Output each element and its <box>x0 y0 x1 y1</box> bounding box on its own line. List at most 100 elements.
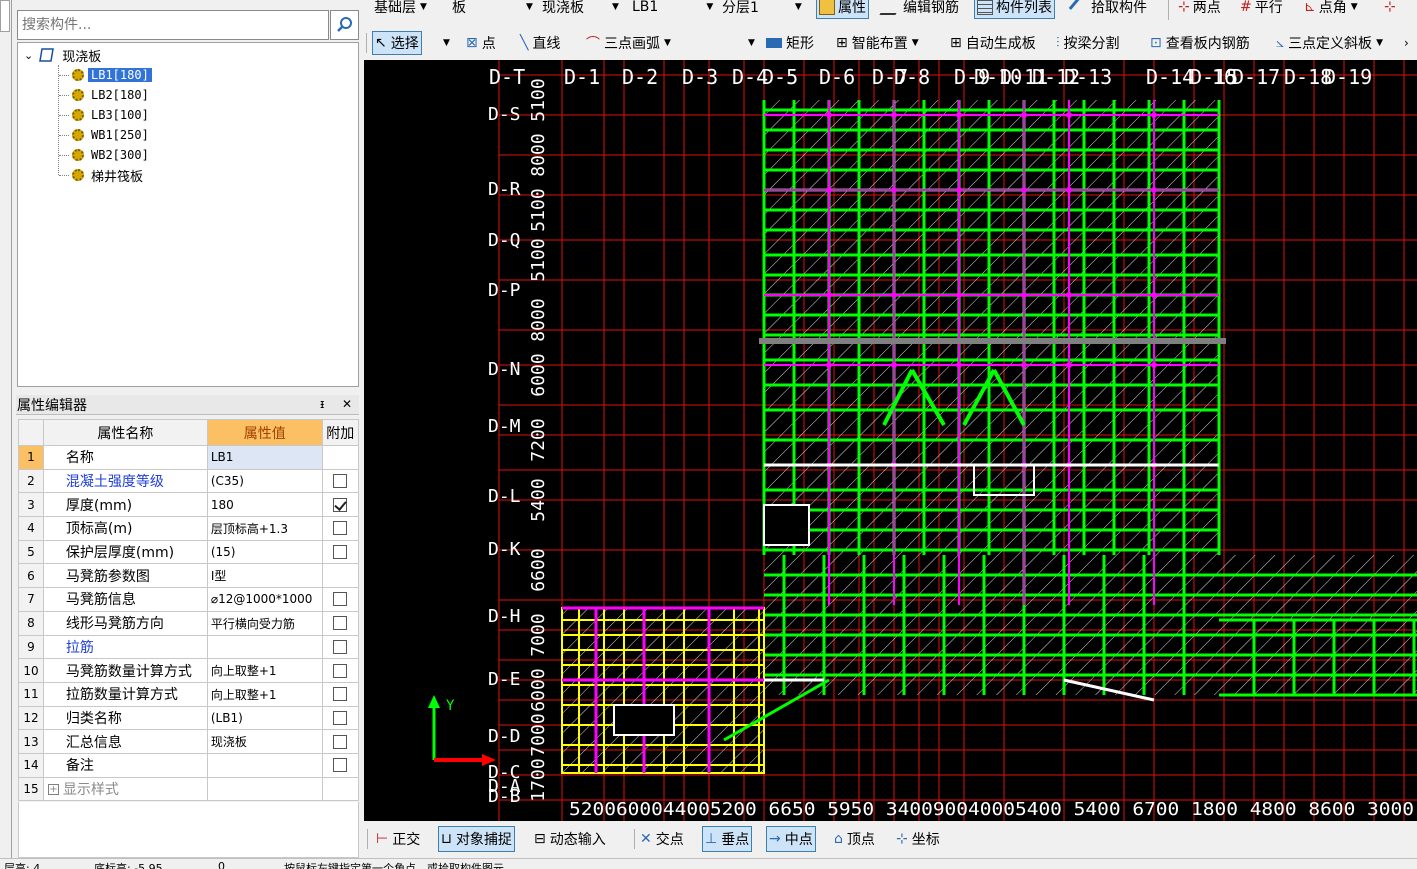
perpendicular-button[interactable]: ⊥ 垂点 <box>702 826 753 852</box>
smart-layout-button[interactable]: ⊞ 智能布置 ▼ <box>836 31 919 55</box>
cad-drawing[interactable]: D-T D-1 D-2 D-3 D-4D-5 D-6 D-7D-8 D-9D-10D-11D-… <box>364 60 1417 821</box>
property-value[interactable]: 现浇板 <box>206 729 323 754</box>
property-value[interactable]: 层顶标高+1.3 <box>206 516 323 541</box>
floor-select[interactable]: 基础层 ▼ <box>374 0 427 19</box>
property-row[interactable]: 3 厚度(mm) 180 <box>18 492 360 518</box>
property-row[interactable]: 14 备注 <box>18 752 360 778</box>
three-point-slope-button[interactable]: ⦣ 三点定义斜板 ▼ <box>1276 31 1383 55</box>
point-button[interactable]: ⊠ 点 <box>466 31 496 55</box>
auto-gen-slab-button[interactable]: ⊞ 自动生成板 <box>950 31 1036 55</box>
beam-node <box>891 187 897 193</box>
tree-item-wb2[interactable]: WB2[300] <box>72 146 152 164</box>
property-value[interactable]: 向上取整+1 <box>206 681 323 707</box>
close-icon[interactable]: ✕ <box>342 397 352 411</box>
extra-checkbox[interactable] <box>333 687 348 702</box>
dynamic-input-button[interactable]: ⊟ 动态输入 <box>534 826 606 852</box>
extra-checkbox[interactable] <box>333 758 348 773</box>
extra-checkbox[interactable] <box>333 710 348 725</box>
extra-checkbox[interactable] <box>333 639 348 654</box>
extra-checkbox[interactable] <box>333 616 348 631</box>
extra-checkbox[interactable] <box>333 521 348 536</box>
expand-icon[interactable]: + <box>47 784 59 796</box>
tree-item-stair-raft[interactable]: 梯井筏板 <box>72 166 146 185</box>
extra-checkbox[interactable] <box>333 474 348 489</box>
property-value[interactable] <box>206 634 323 660</box>
property-row[interactable]: 15 + 显示样式 <box>18 776 360 802</box>
object-snap-button[interactable]: ⊔ 对象捕捉 <box>438 826 515 852</box>
midpoint-button[interactable]: → 中点 <box>766 826 816 852</box>
property-value[interactable] <box>206 776 323 802</box>
tree-item-wb1[interactable]: WB1[250] <box>72 126 152 144</box>
extra-checkbox[interactable] <box>333 497 348 512</box>
property-row[interactable]: 10 马凳筋数量计算方式 向上取整+1 <box>18 658 360 683</box>
property-row[interactable]: 8 线形马凳筋方向 平行横向受力筋 <box>18 610 360 636</box>
shape-dropdown[interactable]: ▼ <box>744 31 755 55</box>
property-row[interactable]: 11 拉筋数量计算方式 向上取整+1 <box>18 681 360 707</box>
status-bar: 层高: 4 底标高: -5.95 0 按鼠标左键指定第一个角点，或拾取构件图元 <box>0 858 1417 869</box>
category-select[interactable]: 板 ▼ <box>452 0 533 19</box>
collapse-icon[interactable]: ⌄ <box>24 49 33 62</box>
two-point-button[interactable]: ⊹ 两点 <box>1178 0 1221 19</box>
property-value[interactable]: LB1 <box>206 445 323 470</box>
property-button[interactable]: 属性 <box>816 0 869 19</box>
intersection-button[interactable]: ✕ 交点 <box>640 826 684 852</box>
more-draw-tools[interactable]: › <box>1404 31 1409 55</box>
beam-node <box>1151 187 1157 193</box>
property-value[interactable]: 向上取整+1 <box>206 658 323 683</box>
property-extra <box>321 752 360 778</box>
dropdown-arrow-icon: ▼ <box>794 2 802 12</box>
extra-checkbox[interactable] <box>333 545 348 560</box>
edit-rebar-button[interactable]: 编辑钢筋 <box>879 0 959 19</box>
extra-checkbox[interactable] <box>333 734 348 749</box>
drawing-canvas[interactable]: D-T D-1 D-2 D-3 D-4 D-5 D-6 D-7 D-8 D-9 D-10 D-11 D-… <box>364 60 1417 821</box>
property-value[interactable]: (LB1) <box>206 705 323 731</box>
property-value[interactable]: 180 <box>206 492 323 518</box>
pin-icon[interactable]: ᵻ <box>320 397 324 411</box>
property-value[interactable]: 平行横向受力筋 <box>206 610 323 636</box>
property-row[interactable]: 9 拉筋 <box>18 634 360 660</box>
three-point-arc-button[interactable]: ⌒ 三点画弧 ▼ <box>586 31 671 55</box>
property-row[interactable]: 6 马凳筋参数图 I型 <box>18 563 360 589</box>
property-row[interactable]: 5 保护层厚度(mm) (15) <box>18 539 360 565</box>
vertex-button[interactable]: ⌂ 顶点 <box>834 826 875 852</box>
property-row[interactable]: 7 马凳筋信息 ⌀12@1000*1000 <box>18 587 360 612</box>
tree-root-row[interactable]: ⌄ 现浇板 <box>24 46 104 65</box>
property-value[interactable] <box>206 752 323 778</box>
tree-item-lb3[interactable]: LB3[100] <box>72 106 152 124</box>
pick-component-button[interactable]: 拾取构件 <box>1068 0 1147 19</box>
type-select[interactable]: 现浇板 ▼ <box>542 0 619 19</box>
property-row[interactable]: 13 汇总信息 现浇板 <box>18 729 360 754</box>
dimension-label-left: 5100 <box>528 78 549 121</box>
component-select[interactable]: LB1 ▼ <box>632 0 713 19</box>
extra-checkbox[interactable] <box>333 663 348 678</box>
property-row[interactable]: 2 混凝土强度等级 (C35) <box>18 468 360 494</box>
property-row[interactable]: 4 顶标高(m) 层顶标高+1.3 <box>18 516 360 541</box>
select-button[interactable]: ↖ 选择 <box>372 31 422 55</box>
row-number: 6 <box>18 563 44 589</box>
ortho-button[interactable]: ⊢ 正交 <box>376 826 420 852</box>
view-slab-rebar-button[interactable]: ⊡ 查看板内钢筋 <box>1150 31 1250 55</box>
search-button[interactable] <box>330 10 359 40</box>
property-value[interactable]: (C35) <box>206 468 323 494</box>
parallel-button[interactable]: # 平行 <box>1240 0 1283 19</box>
extra-checkbox[interactable] <box>333 592 348 607</box>
property-value[interactable]: ⌀12@1000*1000 <box>206 587 323 612</box>
layer-select[interactable]: 分层1 ▼ <box>722 0 802 19</box>
row-number: 9 <box>18 634 44 660</box>
point-angle-button[interactable]: ⊾ 点角 ▼ <box>1304 0 1358 19</box>
select-dropdown[interactable]: ▼ <box>439 31 450 55</box>
property-value[interactable]: I型 <box>206 563 323 589</box>
line-button[interactable]: ╲ 直线 <box>520 31 560 55</box>
coordinate-button[interactable]: ⊹ 坐标 <box>896 826 940 852</box>
property-row[interactable]: 12 归类名称 (LB1) <box>18 705 360 731</box>
property-value[interactable]: (15) <box>206 539 323 565</box>
component-list-button[interactable]: 构件列表 <box>974 0 1055 19</box>
left-strip-handle[interactable] <box>0 0 10 32</box>
more-tools-button[interactable]: ⊹ <box>1384 0 1396 19</box>
split-by-beam-button[interactable]: ⫶ 按梁分割 <box>1056 31 1120 55</box>
tree-item-lb2[interactable]: LB2[180] <box>72 86 152 104</box>
property-row[interactable]: 1 名称 LB1 <box>18 445 360 470</box>
search-input[interactable] <box>17 10 329 40</box>
tree-item-lb1[interactable]: LB1[180] <box>72 66 152 84</box>
rect-button[interactable]: 矩形 <box>766 31 814 55</box>
